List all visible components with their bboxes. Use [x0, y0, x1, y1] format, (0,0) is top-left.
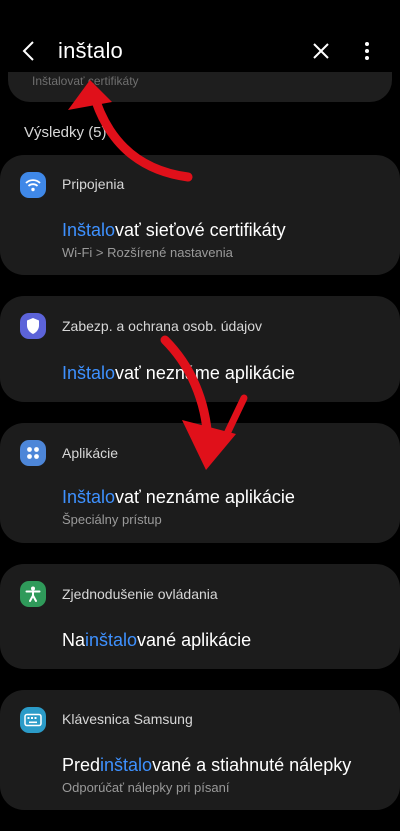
match-highlight: Inštalo — [62, 487, 116, 507]
search-input[interactable]: inštalo — [58, 38, 123, 64]
category-label: Aplikácie — [62, 445, 119, 461]
result-title: Inštalovať sieťové certifikáty — [62, 220, 286, 240]
category-label: Klávesnica Samsung — [62, 711, 193, 727]
result-card-keyboard[interactable]: Klávesnica Samsung Predinštalované a sti… — [0, 690, 400, 810]
close-icon[interactable] — [306, 36, 336, 66]
result-subtitle: Wi-Fi > Rozšírené nastavenia — [62, 245, 233, 260]
result-card-accessibility[interactable]: Zjednodušenie ovládania Nainštalované ap… — [0, 564, 400, 669]
result-card-apps[interactable]: Aplikácie Inštalovať neznáme aplikácie Š… — [0, 423, 400, 543]
result-card-connections[interactable]: Pripojenia Inštalovať sieťové certifikát… — [0, 155, 400, 275]
keyboard-icon — [20, 707, 46, 733]
match-highlight: inštalo — [100, 755, 153, 775]
apps-grid-icon — [20, 440, 46, 466]
previous-result-label: Inštalovať certifikáty — [32, 74, 139, 88]
accessibility-icon — [20, 581, 46, 607]
category-label: Zabezp. a ochrana osob. údajov — [62, 318, 263, 334]
result-title: Inštalovať neznáme aplikácie — [62, 487, 295, 507]
shield-icon — [20, 313, 46, 339]
result-subtitle: Špeciálny prístup — [62, 512, 162, 527]
result-subtitle: Odporúčať nálepky pri písaní — [62, 780, 230, 795]
match-highlight: inštalo — [85, 630, 138, 650]
match-highlight: Inštalo — [62, 220, 116, 240]
previous-result-card[interactable]: Inštalovať certifikáty — [8, 72, 392, 102]
category-label: Pripojenia — [62, 176, 125, 192]
category-label: Zjednodušenie ovládania — [62, 586, 218, 602]
back-arrow-icon[interactable] — [14, 36, 44, 66]
result-card-security[interactable]: Zabezp. a ochrana osob. údajov Inštalova… — [0, 296, 400, 402]
result-title: Inštalovať neznáme aplikácie — [62, 363, 295, 383]
results-count: Výsledky (5) — [24, 124, 107, 141]
wifi-icon — [20, 172, 46, 198]
more-options-icon[interactable] — [352, 36, 382, 66]
result-title: Predinštalované a stiahnuté nálepky — [62, 755, 352, 775]
result-title: Nainštalované aplikácie — [62, 630, 252, 650]
match-highlight: Inštalo — [62, 363, 116, 383]
